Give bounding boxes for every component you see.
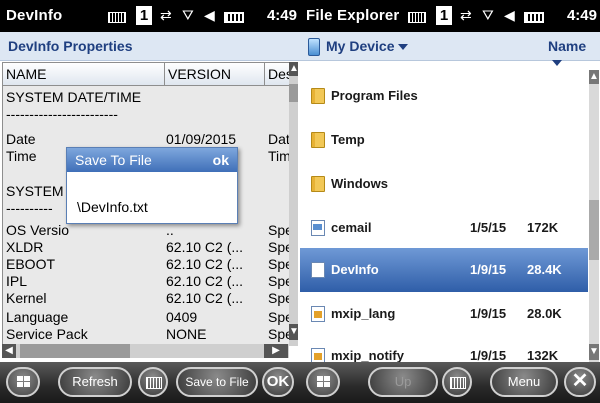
horizontal-scrollbar[interactable]: ◀ ▶ [2,344,289,358]
table-row[interactable]: SYSTEM DATE/TIME [3,89,290,106]
save-to-file-dialog: Save To File ok \DevInfo.txt [66,147,238,224]
table-row[interactable]: EBOOT 62.10 C2 (... Spe [3,256,290,273]
list-item-selected[interactable]: DevInfo 1/9/15 28.4K [300,248,588,292]
keyboard-icon [450,377,466,389]
softkey-bar: Refresh Save to File OK [0,362,300,403]
dialog-title: Save To File [75,152,152,168]
connectivity-icon[interactable]: ⇄ [160,7,172,24]
table-row[interactable]: Kernel 62.10 C2 (... Spe [3,290,290,307]
clock[interactable]: 4:49 [567,7,597,24]
scroll-up-icon[interactable]: ▲ [289,62,299,76]
folder-icon [311,176,325,192]
save-to-file-button[interactable]: Save to File [176,367,258,397]
column-header-name[interactable]: NAME [3,63,165,85]
scroll-down-icon[interactable]: ▼ [589,344,599,360]
start-button[interactable] [6,367,40,397]
app-name: File Explorer [306,7,400,24]
column-header-description[interactable]: Des [265,63,290,85]
dialog-ok-button[interactable]: ok [213,152,229,168]
table-row[interactable]: Language 0409 Spe [3,309,290,326]
page-title-bar: DevInfo Properties [0,32,300,61]
start-button[interactable] [306,367,340,397]
sort-label: Name [548,38,587,54]
file-list: Program Files Temp Windows cemail 1/5/15 1… [300,62,588,364]
table-row[interactable]: IPL 62.10 C2 (... Spe [3,273,290,290]
status-bar: File Explorer 1 ⇄ ⛛ ◀ 4:49 [300,0,600,32]
dialog-title-bar: Save To File ok [67,148,237,172]
list-item[interactable]: mxip_lang 1/9/15 28.0K [300,292,588,336]
scroll-left-icon[interactable]: ◀ [2,344,16,358]
clock[interactable]: 4:49 [267,7,297,24]
softkey-bar: Up Menu ✕ [300,362,600,403]
keyboard-button[interactable] [442,367,472,397]
location-dropdown[interactable]: My Device [308,38,409,57]
volume-icon[interactable]: ◀ [504,7,515,24]
saved-file-path: \DevInfo.txt [77,199,148,215]
scroll-thumb-horizontal[interactable] [20,344,130,358]
windows-logo-icon [317,376,331,389]
page-title: DevInfo Properties [8,38,133,54]
close-icon: ✕ [571,370,589,392]
refresh-button[interactable]: Refresh [58,367,132,397]
app-name: DevInfo [6,7,63,24]
list-item[interactable]: Program Files [300,74,588,118]
scroll-up-icon[interactable]: ▲ [589,70,599,84]
mail-file-icon [311,220,325,236]
file-explorer-screen: File Explorer 1 ⇄ ⛛ ◀ 4:49 My Device Nam… [300,0,600,403]
menu-button[interactable]: Menu [490,367,558,397]
table-row[interactable]: Service Pack NONE Spe [3,326,290,343]
signal-icon[interactable]: ⛛ [182,7,194,24]
keyboard-indicator-icon [108,10,126,26]
location-label: My Device [326,38,395,54]
keyboard-icon [146,377,162,389]
table-row[interactable]: ------------------------ [3,106,290,123]
close-button[interactable]: ✕ [564,367,596,397]
volume-icon[interactable]: ◀ [204,7,215,24]
battery-icon[interactable] [224,10,244,26]
status-bar: DevInfo 1 ⇄ ⛛ ◀ 4:49 [0,0,300,32]
windows-logo-icon [17,376,31,389]
keyboard-indicator-icon [408,10,426,26]
xml-file-icon [311,306,325,322]
location-bar: My Device Name [300,32,600,67]
battery-icon[interactable] [524,10,544,26]
connectivity-icon[interactable]: ⇄ [460,7,472,24]
column-header-version[interactable]: VERSION [165,63,265,85]
list-item[interactable]: cemail 1/5/15 172K [300,206,588,250]
table-row[interactable]: XLDR 62.10 C2 (... Spe [3,239,290,256]
keyboard-button[interactable] [138,367,168,397]
scroll-right-icon[interactable]: ▶ [264,344,288,358]
device-icon [308,38,320,57]
table-row[interactable]: OS Versio.. Spe [3,222,290,239]
devinfo-screen: DevInfo 1 ⇄ ⛛ ◀ 4:49 DevInfo Properties … [0,0,300,403]
list-item[interactable]: Windows [300,162,588,206]
table-row[interactable]: Date 01/09/2015 Dat [3,131,290,148]
up-button[interactable]: Up [368,367,438,397]
scroll-down-icon[interactable]: ▼ [289,324,299,340]
folder-icon [311,132,325,148]
scroll-thumb[interactable] [589,200,599,260]
signal-icon[interactable]: ⛛ [482,7,494,24]
scroll-thumb[interactable] [289,84,298,102]
list-item[interactable]: Temp [300,118,588,162]
vertical-scrollbar[interactable]: ▲ ▼ [289,62,299,346]
document-icon [311,262,325,278]
grid-header: NAME VERSION Des [3,63,290,86]
folder-icon [311,88,325,104]
notification-count-badge: 1 [436,6,452,25]
vertical-scrollbar[interactable]: ▲ ▼ [589,70,599,362]
ok-button[interactable]: OK [262,367,294,397]
chevron-down-icon [398,44,409,51]
notification-count-badge: 1 [136,6,152,25]
